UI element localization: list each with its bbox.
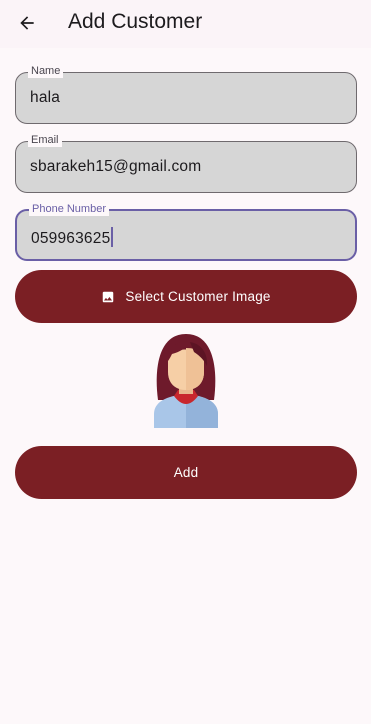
phone-number-text: 059963625: [31, 230, 111, 247]
email-field-value: sbarakeh15@gmail.com: [30, 158, 202, 175]
app-bar: Add Customer: [0, 0, 371, 48]
arrow-back-icon: [20, 16, 34, 30]
text-caret: [111, 227, 114, 247]
woman-avatar-icon: [150, 330, 222, 428]
email-field-label: Email: [28, 133, 62, 147]
add-button[interactable]: Add: [15, 446, 357, 499]
select-customer-image-label: Select Customer Image: [125, 289, 271, 304]
phone-number-field-label: Phone Number: [29, 202, 109, 216]
phone-number-field-value: 059963625: [31, 227, 114, 248]
name-field-value: hala: [30, 89, 61, 106]
phone-number-field[interactable]: Phone Number 059963625: [15, 202, 357, 261]
name-field-label: Name: [28, 64, 64, 78]
back-button[interactable]: [10, 6, 44, 40]
select-customer-image-button[interactable]: Select Customer Image: [15, 270, 357, 323]
page-title: Add Customer: [68, 10, 203, 33]
name-field[interactable]: Name hala: [15, 64, 357, 124]
email-field[interactable]: Email sbarakeh15@gmail.com: [15, 133, 357, 193]
add-button-label: Add: [173, 465, 199, 480]
image-icon: [101, 290, 115, 304]
